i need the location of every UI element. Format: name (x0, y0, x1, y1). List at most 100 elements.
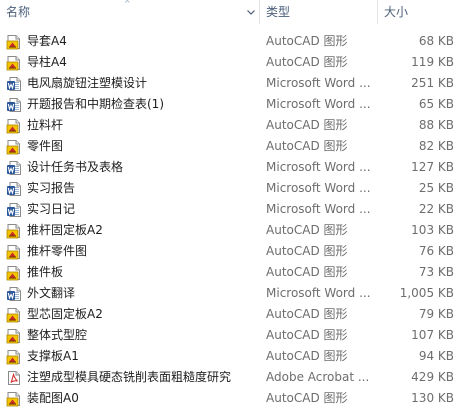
file-name: 实习日记 (27, 202, 76, 216)
file-type: AutoCAD 图形 (266, 265, 348, 279)
file-size: 25 KB (418, 181, 454, 195)
file-name: 导柱A4 (27, 55, 67, 69)
file-type: Microsoft Word ... (266, 76, 371, 90)
file-row[interactable]: 推杆固定板A2 AutoCAD 图形 103 KB (0, 220, 464, 241)
file-row[interactable]: 支撑板A1 AutoCAD 图形 94 KB (0, 346, 464, 367)
file-size: 251 KB (411, 76, 454, 90)
file-row[interactable]: 电风扇旋钮注塑模设计 Microsoft Word ... 251 KB (0, 73, 464, 94)
pdf-document-icon (6, 370, 22, 386)
file-type: AutoCAD 图形 (266, 55, 348, 69)
file-name: 设计任务书及表格 (27, 160, 124, 174)
file-type: AutoCAD 图形 (266, 349, 348, 363)
word-document-icon (6, 76, 22, 92)
word-document-icon (6, 286, 22, 302)
file-row[interactable]: 零件图 AutoCAD 图形 82 KB (0, 136, 464, 157)
file-name: 推件板 (27, 265, 64, 279)
file-row[interactable]: 实习报告 Microsoft Word ... 25 KB (0, 178, 464, 199)
file-size: 73 KB (418, 265, 454, 279)
column-header-name-label: 名称 (6, 5, 31, 19)
file-type: AutoCAD 图形 (266, 307, 348, 321)
file-type: Microsoft Word ... (266, 97, 371, 111)
autocad-drawing-icon (6, 223, 22, 239)
file-type: Microsoft Word ... (266, 286, 371, 300)
file-type: Microsoft Word ... (266, 202, 371, 216)
file-type: AutoCAD 图形 (266, 328, 348, 342)
file-row[interactable]: 注塑成型模具硬态铣削表面粗糙度研究 Adobe Acrobat ... 429 KB (0, 367, 464, 388)
column-header-size[interactable]: 大小 (378, 0, 464, 24)
file-row[interactable]: 外文翻译 Microsoft Word ... 1,005 KB (0, 283, 464, 304)
autocad-drawing-icon (6, 55, 22, 71)
sort-ascending-icon: ^ (124, 0, 131, 8)
file-row[interactable]: 推件板 AutoCAD 图形 73 KB (0, 262, 464, 283)
file-row[interactable]: 装配图A0 AutoCAD 图形 130 KB (0, 388, 464, 409)
file-name: 整体式型腔 (27, 328, 88, 342)
word-document-icon (6, 181, 22, 197)
word-document-icon (6, 97, 22, 113)
chevron-down-icon[interactable] (246, 7, 256, 17)
file-size: 119 KB (411, 55, 454, 69)
file-row[interactable]: 推杆零件图 AutoCAD 图形 76 KB (0, 241, 464, 262)
file-size: 65 KB (418, 97, 454, 111)
file-row[interactable]: 型芯固定板A2 AutoCAD 图形 79 KB (0, 304, 464, 325)
file-size: 88 KB (418, 118, 454, 132)
file-size: 76 KB (418, 244, 454, 258)
file-name: 零件图 (27, 139, 64, 153)
file-size: 1,005 KB (399, 286, 454, 300)
column-header-name[interactable]: 名称 ^ (0, 0, 259, 24)
word-document-icon (6, 202, 22, 218)
file-type: AutoCAD 图形 (266, 244, 348, 258)
file-type: AutoCAD 图形 (266, 391, 348, 405)
file-row[interactable]: 实习日记 Microsoft Word ... 22 KB (0, 199, 464, 220)
file-row[interactable]: 拉料杆 AutoCAD 图形 88 KB (0, 115, 464, 136)
file-row[interactable]: 导套A4 AutoCAD 图形 68 KB (0, 31, 464, 52)
file-type: Microsoft Word ... (266, 160, 371, 174)
file-size: 127 KB (411, 160, 454, 174)
file-list: 导套A4 AutoCAD 图形 68 KB 导柱A4 AutoCAD 图形 119 KB… (0, 31, 464, 409)
file-type: Microsoft Word ... (266, 181, 371, 195)
column-header-size-label: 大小 (384, 5, 409, 19)
file-name: 拉料杆 (27, 118, 64, 132)
autocad-drawing-icon (6, 139, 22, 155)
file-size: 429 KB (411, 370, 454, 384)
file-name: 支撑板A1 (27, 349, 79, 363)
autocad-drawing-icon (6, 349, 22, 365)
file-name: 实习报告 (27, 181, 76, 195)
file-type: AutoCAD 图形 (266, 139, 348, 153)
file-name: 注塑成型模具硬态铣削表面粗糙度研究 (27, 370, 232, 384)
column-header-type-label: 类型 (266, 5, 291, 19)
file-size: 94 KB (418, 349, 454, 363)
file-name: 推杆固定板A2 (27, 223, 103, 237)
file-name: 导套A4 (27, 34, 67, 48)
file-size: 68 KB (418, 34, 454, 48)
autocad-drawing-icon (6, 118, 22, 134)
word-document-icon (6, 160, 22, 176)
file-name: 外文翻译 (27, 286, 76, 300)
file-name: 电风扇旋钮注塑模设计 (27, 76, 148, 90)
file-row[interactable]: 开题报告和中期检查表(1) Microsoft Word ... 65 KB (0, 94, 464, 115)
file-name: 开题报告和中期检查表(1) (27, 97, 164, 111)
autocad-drawing-icon (6, 391, 22, 407)
column-header-type[interactable]: 类型 (260, 0, 377, 24)
file-type: AutoCAD 图形 (266, 118, 348, 132)
autocad-drawing-icon (6, 307, 22, 323)
file-size: 103 KB (411, 223, 454, 237)
autocad-drawing-icon (6, 34, 22, 50)
file-name: 推杆零件图 (27, 244, 88, 258)
file-type: AutoCAD 图形 (266, 223, 348, 237)
column-header-bar: 名称 ^ 类型 大小 (0, 0, 464, 24)
autocad-drawing-icon (6, 328, 22, 344)
file-name: 装配图A0 (27, 391, 79, 405)
file-size: 107 KB (411, 328, 454, 342)
file-row[interactable]: 设计任务书及表格 Microsoft Word ... 127 KB (0, 157, 464, 178)
file-size: 79 KB (418, 307, 454, 321)
file-type: AutoCAD 图形 (266, 34, 348, 48)
file-size: 130 KB (411, 391, 454, 405)
file-name: 型芯固定板A2 (27, 307, 103, 321)
file-type: Adobe Acrobat ... (266, 370, 370, 384)
file-size: 22 KB (418, 202, 454, 216)
autocad-drawing-icon (6, 244, 22, 260)
autocad-drawing-icon (6, 265, 22, 281)
file-row[interactable]: 整体式型腔 AutoCAD 图形 107 KB (0, 325, 464, 346)
file-row[interactable]: 导柱A4 AutoCAD 图形 119 KB (0, 52, 464, 73)
file-size: 82 KB (418, 139, 454, 153)
